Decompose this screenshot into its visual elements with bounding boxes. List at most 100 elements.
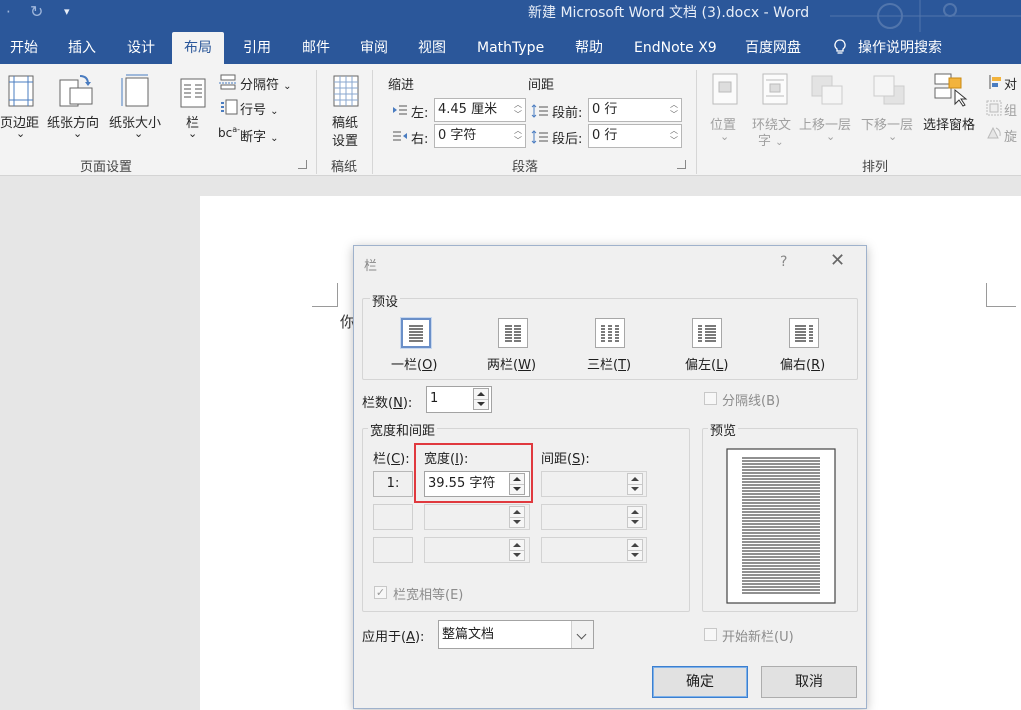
indent-header: 缩进 [388, 78, 415, 93]
ok-button[interactable]: 确定 [652, 666, 748, 698]
tab-layout[interactable]: 布局 [172, 32, 224, 64]
start-new-column-label: 开始新栏(U) [722, 630, 794, 645]
preset-left-label[interactable]: 偏左(L) [685, 354, 728, 373]
tab-mathtype[interactable]: MathType [477, 32, 544, 64]
group-objects-icon [986, 100, 1002, 116]
wrap-text-line2-label: 字 [758, 134, 772, 149]
equal-width-label: 栏宽相等(E) [393, 588, 464, 603]
rotate-button[interactable]: 旋 [1004, 126, 1017, 145]
one-column-icon [409, 325, 423, 342]
tab-baidu-netdisk[interactable]: 百度网盘 [745, 32, 801, 64]
tab-view[interactable]: 视图 [418, 32, 446, 64]
page-setup-group-label: 页面设置 [80, 160, 133, 175]
hyphenation-button[interactable]: 断字 ⌄ [240, 126, 279, 145]
rotate-icon [987, 126, 1001, 139]
bring-forward-icon [811, 75, 843, 105]
spacing-before-value: 0 行 [592, 102, 618, 117]
start-new-column-checkbox[interactable] [704, 628, 717, 641]
indent-left-input[interactable]: 4.45 厘米 ︿ ﹀ [434, 98, 526, 122]
preset-one-column-label[interactable]: 一栏(O) [391, 354, 437, 373]
selection-pane-button[interactable]: 选择窗格 [923, 114, 975, 133]
line-between-checkbox[interactable] [704, 392, 717, 405]
indent-right-spinner-icon[interactable]: ︿ ﹀ [513, 126, 523, 146]
preset-one-column[interactable] [401, 318, 431, 348]
line-between-label: 分隔线(B) [722, 394, 781, 409]
preset-right[interactable] [789, 318, 819, 348]
three-columns-icon [601, 325, 619, 342]
bring-forward-button[interactable]: 上移一层 [799, 114, 851, 133]
column-number-header: 栏(C): [373, 452, 410, 467]
redo-icon[interactable]: ↻ [30, 2, 43, 21]
tell-me-search[interactable]: 操作说明搜索 [834, 32, 942, 64]
position-icon [712, 73, 738, 105]
tab-home[interactable]: 开始 [10, 32, 38, 64]
column-row-3-spacing-spinner [627, 539, 643, 561]
spin-up-icon[interactable] [477, 392, 485, 396]
preview-label: 预览 [708, 420, 739, 439]
preset-right-label[interactable]: 偏右(R) [780, 354, 825, 373]
breaks-button[interactable]: 分隔符 ⌄ [240, 74, 292, 93]
spin-down-icon [631, 487, 639, 491]
tab-endnote[interactable]: EndNote X9 [634, 32, 717, 64]
apply-to-label: 应用于(A): [362, 630, 425, 645]
spacing-after-input[interactable]: 0 行 ︿ ﹀ [588, 124, 682, 148]
spin-down-icon [631, 553, 639, 557]
highlight-annotation [414, 443, 533, 503]
paper-size-caret-icon[interactable]: ⌄ [134, 127, 143, 140]
paragraph-group-label: 段落 [512, 160, 539, 175]
preview-page-icon [726, 448, 836, 604]
send-backward-caret-icon[interactable]: ⌄ [888, 130, 897, 143]
paragraph-launcher-icon[interactable] [677, 160, 686, 169]
spin-up-icon [513, 510, 521, 514]
help-button[interactable]: ? [780, 254, 787, 270]
indent-right-value: 0 字符 [438, 128, 477, 143]
preset-two-columns-label[interactable]: 两栏(W) [487, 354, 536, 373]
column-row-1-spacing-spinner [627, 473, 643, 495]
chevron-down-icon[interactable] [571, 621, 593, 648]
tab-insert[interactable]: 插入 [68, 32, 96, 64]
quick-access-menu-icon[interactable]: ▾ [64, 5, 70, 18]
tab-mailings[interactable]: 邮件 [302, 32, 330, 64]
spin-down-icon[interactable] [477, 402, 485, 406]
align-button[interactable]: 对 [1004, 74, 1017, 93]
num-columns-spinner[interactable] [473, 388, 489, 410]
wrap-text-button-line2[interactable]: 字 ⌄ [758, 130, 784, 149]
tab-design[interactable]: 设计 [127, 32, 155, 64]
undo-button[interactable]: · [6, 3, 11, 21]
align-icon [989, 75, 1001, 89]
tab-references[interactable]: 引用 [243, 32, 271, 64]
orientation-icon [59, 75, 93, 107]
cancel-button[interactable]: 取消 [761, 666, 857, 698]
tab-review[interactable]: 审阅 [360, 32, 388, 64]
manuscript-button-line2[interactable]: 设置 [332, 130, 358, 149]
close-button[interactable]: ✕ [830, 250, 845, 271]
title-bar: · ↻ ▾ 新建 Microsoft Word 文档 (3).docx - Wo… [0, 0, 1021, 32]
indent-right-input[interactable]: 0 字符 ︿ ﹀ [434, 124, 526, 148]
line-numbers-icon [221, 99, 238, 115]
position-caret-icon[interactable]: ⌄ [720, 130, 729, 143]
indent-left-spinner-icon[interactable]: ︿ ﹀ [513, 100, 523, 120]
group-objects-button[interactable]: 组 [1004, 100, 1017, 119]
send-backward-icon [873, 75, 905, 105]
manuscript-button[interactable]: 稿纸 [332, 112, 358, 131]
column-row-2-number [373, 504, 413, 530]
preset-three-columns-label[interactable]: 三栏(T) [587, 354, 631, 373]
spacing-after-spinner-icon[interactable]: ︿ ﹀ [669, 126, 679, 146]
preset-three-columns[interactable] [595, 318, 625, 348]
arrange-group-label: 排列 [862, 160, 889, 175]
page-setup-launcher-icon[interactable] [298, 160, 307, 169]
send-backward-button[interactable]: 下移一层 [861, 114, 913, 133]
ribbon-tabs: 开始 插入 设计 布局 引用 邮件 审阅 视图 MathType 帮助 EndN… [0, 32, 1021, 64]
preset-two-columns[interactable] [498, 318, 528, 348]
spacing-before-input[interactable]: 0 行 ︿ ﹀ [588, 98, 682, 122]
spin-down-icon [513, 520, 521, 524]
two-columns-icon [505, 325, 521, 342]
orientation-caret-icon[interactable]: ⌄ [73, 127, 82, 140]
tab-help[interactable]: 帮助 [575, 32, 603, 64]
columns-caret-icon[interactable]: ⌄ [188, 127, 197, 140]
line-numbers-button[interactable]: 行号 ⌄ [240, 99, 279, 118]
spacing-before-spinner-icon[interactable]: ︿ ﹀ [669, 100, 679, 120]
bring-forward-caret-icon[interactable]: ⌄ [826, 130, 835, 143]
preset-left[interactable] [692, 318, 722, 348]
margins-caret-icon[interactable]: ⌄ [16, 127, 25, 140]
